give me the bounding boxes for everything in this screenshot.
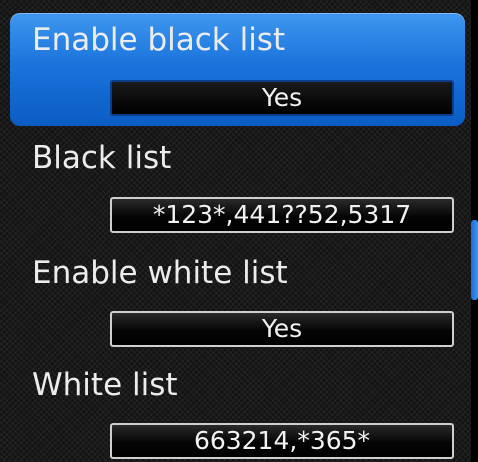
- white-list-label: White list: [32, 367, 178, 403]
- enable-black-list-value[interactable]: Yes: [110, 80, 454, 116]
- enable-white-list-label: Enable white list: [32, 255, 288, 291]
- enable-white-list-value[interactable]: Yes: [110, 311, 454, 347]
- scrollbar-thumb[interactable]: [471, 220, 478, 300]
- white-list-value[interactable]: 663214,*365*: [110, 423, 454, 459]
- enable-black-list-label: Enable black list: [32, 22, 286, 58]
- settings-screen: Enable black list Yes Black list *123*,4…: [0, 0, 478, 462]
- black-list-label: Black list: [32, 140, 172, 176]
- black-list-value[interactable]: *123*,441??52,5317: [110, 197, 454, 233]
